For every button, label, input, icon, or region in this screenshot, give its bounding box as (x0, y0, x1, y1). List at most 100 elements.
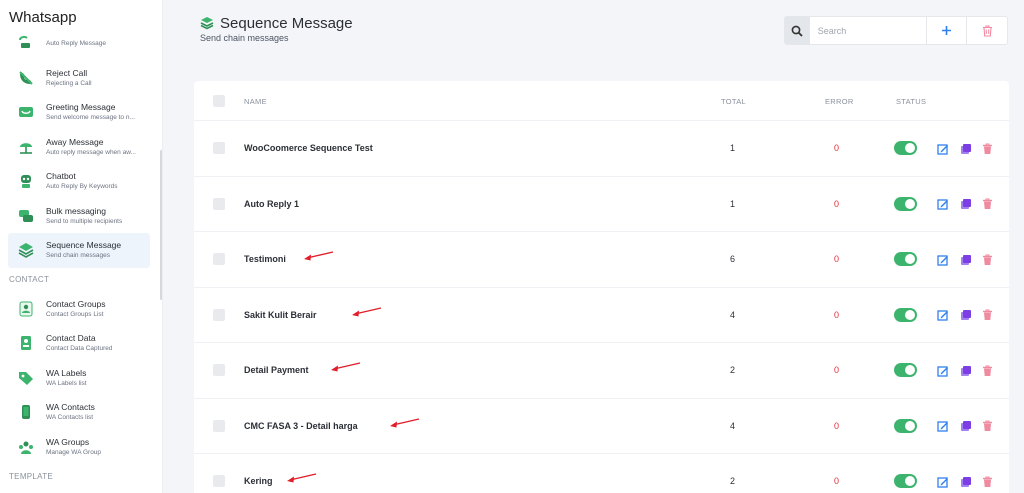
copy-icon (960, 365, 971, 376)
delete-button[interactable] (981, 198, 994, 211)
col-status: STATUS (896, 97, 927, 106)
trash-icon (982, 24, 992, 37)
row-checkbox[interactable] (213, 197, 225, 210)
sidebar-item-text: Contact Groups Contact Groups List (46, 299, 106, 319)
copy-button[interactable] (959, 420, 972, 433)
col-error: ERROR (825, 97, 854, 106)
table-header: NAME TOTAL ERROR STATUS (194, 81, 1009, 121)
status-toggle[interactable] (894, 418, 917, 433)
trash-icon (983, 309, 992, 320)
sidebar-item-contact-data[interactable]: Contact Data Contact Data Captured (8, 326, 150, 361)
sidebar-item-subtitle: Send chain messages (46, 252, 110, 260)
edit-button[interactable] (936, 253, 949, 266)
delete-button[interactable] (981, 142, 994, 155)
sidebar-item-label: Greeting Message (46, 102, 116, 113)
wa-contacts-icon (14, 400, 38, 424)
copy-button[interactable] (959, 309, 972, 322)
greeting-icon (14, 100, 38, 124)
sidebar-section-template: TEMPLATE (9, 471, 54, 481)
sidebar-item-label: WA Contacts (46, 402, 95, 413)
delete-button[interactable] (981, 420, 994, 433)
sidebar-item-text: Away Message Auto reply message when aw..… (46, 137, 136, 157)
sidebar-item-reject-call[interactable]: Reject Call Rejecting a Call (8, 61, 150, 96)
sidebar-item-contact-groups[interactable]: Contact Groups Contact Groups List (8, 292, 150, 327)
delete-button[interactable] (981, 253, 994, 266)
edit-icon (936, 310, 948, 321)
sidebar-item-text: Auto Reply Message (46, 39, 106, 48)
status-toggle[interactable] (894, 196, 917, 211)
status-toggle[interactable] (894, 141, 917, 155)
sidebar-item-auto-reply-message[interactable]: Auto Reply Message (8, 26, 150, 61)
copy-icon (960, 199, 971, 209)
sidebar-item-label: Contact Groups (46, 298, 106, 309)
sequence-table: NAME TOTAL ERROR STATUS WooCoomerce Sequ… (194, 81, 1009, 493)
add-button[interactable] (925, 17, 967, 44)
edit-icon (936, 365, 948, 377)
status-toggle[interactable] (894, 363, 917, 377)
annotation-arrow (303, 251, 333, 261)
sidebar-item-subtitle: Rejecting a Call (46, 79, 92, 87)
contact-groups-icon (14, 297, 38, 321)
cell-total: 1 (730, 143, 736, 153)
row-checkbox[interactable] (213, 475, 225, 487)
copy-icon (960, 143, 971, 154)
cell-error: 0 (834, 309, 840, 320)
cell-name: Sakit Kulit Berair (244, 309, 317, 320)
sidebar-item-subtitle: Manage WA Group (46, 448, 102, 456)
reject-call-icon (14, 66, 38, 90)
row-checkbox[interactable] (213, 364, 225, 376)
sidebar-item-subtitle: Send welcome message to n... (46, 114, 135, 122)
sidebar-item-wa-labels[interactable]: WA Labels WA Labels list (8, 361, 150, 396)
copy-button[interactable] (959, 475, 972, 488)
edit-button[interactable] (936, 142, 949, 155)
row-checkbox[interactable] (213, 253, 225, 265)
sidebar-item-wa-contacts[interactable]: WA Contacts WA Contacts list (8, 395, 150, 430)
copy-icon (960, 254, 971, 265)
select-all-checkbox[interactable] (213, 95, 225, 107)
row-checkbox[interactable] (213, 308, 225, 321)
edit-button[interactable] (936, 198, 949, 211)
edit-icon (936, 476, 948, 488)
table-row: Testimoni 6 0 (194, 232, 1009, 288)
sidebar-item-text: Greeting Message Send welcome message to … (46, 102, 135, 122)
sidebar-item-label: Sequence Message (46, 240, 122, 251)
sidebar-item-wa-groups[interactable]: WA Groups Manage WA Group (8, 430, 150, 465)
bulk-delete-button[interactable] (966, 17, 1007, 44)
sidebar-item-text: Contact Data Contact Data Captured (46, 333, 112, 353)
status-toggle[interactable] (894, 307, 917, 322)
copy-button[interactable] (959, 198, 972, 211)
delete-button[interactable] (981, 475, 994, 488)
search-input[interactable] (809, 17, 926, 44)
delete-button[interactable] (981, 364, 994, 377)
cell-total: 4 (730, 420, 736, 431)
cell-error: 0 (834, 254, 840, 264)
sidebar-item-sequence-message[interactable]: Sequence Message Send chain messages (8, 233, 150, 268)
edit-button[interactable] (936, 420, 949, 433)
edit-button[interactable] (936, 309, 949, 322)
edit-icon (936, 143, 948, 155)
status-toggle[interactable] (894, 252, 917, 266)
copy-button[interactable] (959, 364, 972, 377)
search-button[interactable] (785, 17, 810, 44)
sequence-icon (14, 238, 38, 262)
annotation-arrow (390, 417, 420, 427)
row-checkbox[interactable] (213, 142, 225, 154)
edit-button[interactable] (936, 475, 949, 488)
auto-reply-icon (14, 31, 38, 55)
sidebar-item-bulk-messaging[interactable]: Bulk messaging Send to multiple recipient… (8, 199, 150, 234)
sidebar-item-text: Sequence Message Send chain messages (46, 240, 121, 260)
copy-button[interactable] (959, 142, 972, 155)
row-checkbox[interactable] (213, 419, 225, 432)
delete-button[interactable] (981, 309, 994, 322)
trash-icon (983, 254, 992, 265)
sidebar-scrollbar[interactable] (160, 150, 162, 300)
edit-button[interactable] (936, 364, 949, 377)
sidebar-item-text: Bulk messaging Send to multiple recipient… (46, 206, 122, 226)
sidebar-item-away-message[interactable]: Away Message Auto reply message when aw..… (8, 130, 150, 165)
chatbot-icon (14, 169, 38, 193)
sidebar-item-chatbot[interactable]: Chatbot Auto Reply By Keywords (8, 164, 150, 199)
sidebar-item-greeting-message[interactable]: Greeting Message Send welcome message to … (8, 95, 150, 130)
copy-button[interactable] (959, 253, 972, 266)
status-toggle[interactable] (894, 474, 917, 488)
sidebar-item-subtitle: Contact Data Captured (46, 345, 113, 353)
